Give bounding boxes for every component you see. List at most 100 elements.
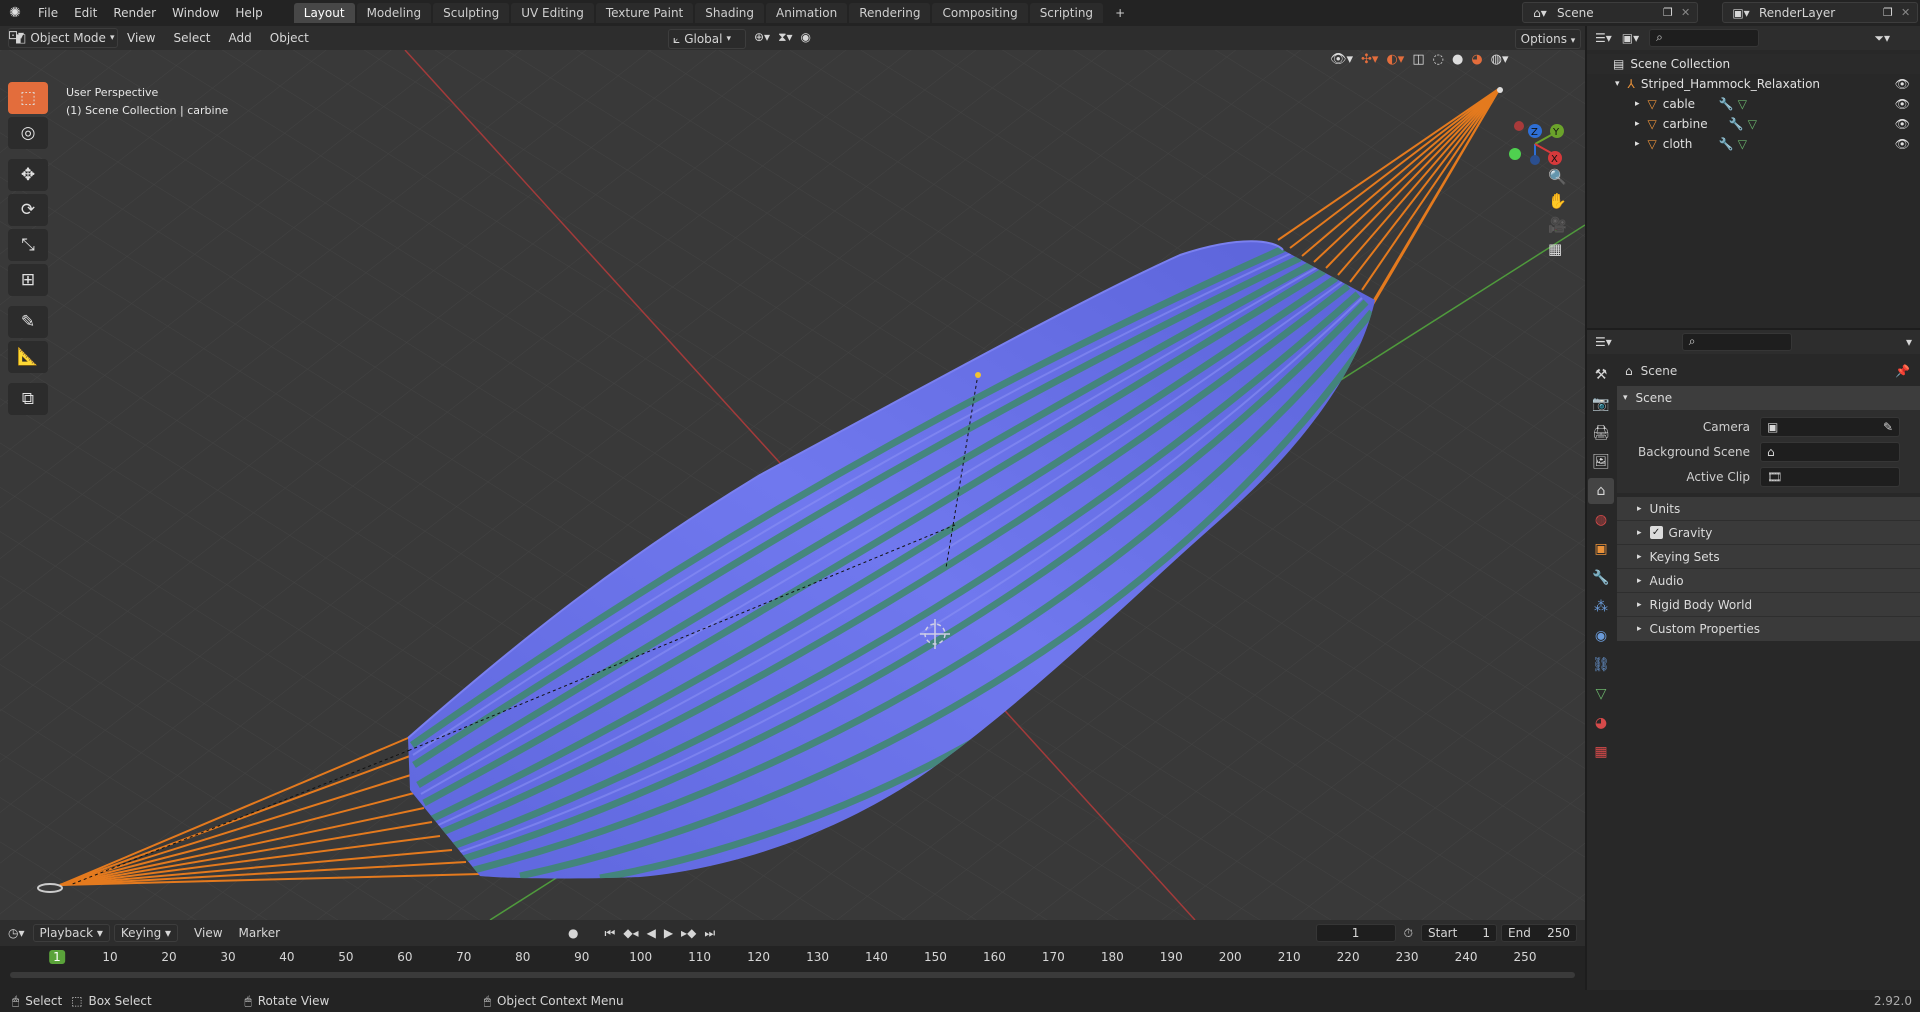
scene-panel-header[interactable]: ▾ Scene (1617, 386, 1920, 410)
expand-arrow-icon[interactable]: ▸ (1635, 139, 1640, 149)
timeline-ruler[interactable]: 1 10 20 30 40 50 60 70 80 90 100 110 120 130 140 150 160… (0, 946, 1585, 972)
transform-orientation-selector[interactable]: ⟀ Global ▾ (668, 29, 746, 49)
measure-tool-button[interactable]: 📐 (8, 341, 48, 373)
outliner-object-row[interactable]: ▸ ▽ carbine 🔧 ▽ 👁 (1587, 114, 1920, 134)
data-tab-icon[interactable]: ▽ (1588, 681, 1614, 707)
add-cube-tool-button[interactable]: ⧉ (8, 383, 48, 415)
gravity-panel-header[interactable]: ▸ ✓ Gravity (1617, 521, 1920, 545)
start-frame-field[interactable]: Start 1 (1421, 924, 1497, 942)
outliner-search-input[interactable]: ⌕ (1649, 29, 1760, 47)
tab-scripting[interactable]: Scripting (1029, 3, 1104, 23)
gizmo-neg-y-icon[interactable] (1509, 148, 1521, 160)
proportional-edit-icon[interactable]: ◉ (801, 30, 811, 45)
transform-tool-button[interactable]: ⊞ (8, 264, 48, 296)
modifier-tab-icon[interactable]: 🔧 (1588, 565, 1614, 591)
properties-search-input[interactable]: ⌕ (1681, 333, 1792, 351)
outliner-collection-row[interactable]: ▾ ⅄ Striped_Hammock_Relaxation 👁 (1587, 74, 1920, 94)
material-shading-icon[interactable]: ◕ (1471, 52, 1482, 67)
visibility-icon[interactable]: 👁▾ (1330, 52, 1353, 67)
render-tab-icon[interactable]: 📷 (1588, 391, 1614, 417)
tab-modeling[interactable]: Modeling (356, 3, 432, 23)
current-frame-marker[interactable]: 1 (49, 950, 65, 964)
tab-sculpting[interactable]: Sculpting (433, 3, 510, 23)
expand-arrow-icon[interactable]: ▸ (1635, 119, 1640, 129)
outliner-scene-collection[interactable]: ▤ Scene Collection (1587, 54, 1920, 74)
world-tab-icon[interactable]: ◍ (1588, 507, 1614, 533)
rigid-body-world-panel-header[interactable]: ▸ Rigid Body World (1617, 593, 1920, 617)
add-workspace-button[interactable]: + (1105, 3, 1135, 23)
gizmo-neg-z-icon[interactable] (1530, 155, 1540, 165)
chevron-down-icon[interactable]: ▾ (1906, 335, 1912, 349)
render-layer-selector[interactable]: ▣▾ RenderLayer ❐ ✕ (1722, 2, 1918, 23)
gizmo-neg-x-icon[interactable] (1514, 121, 1524, 131)
gizmo-toggle-icon[interactable]: ✣▾ (1361, 52, 1378, 67)
expand-arrow-icon[interactable]: ▸ (1635, 99, 1640, 109)
object-tab-icon[interactable]: ▣ (1588, 536, 1614, 562)
tab-shading[interactable]: Shading (695, 3, 764, 23)
timeline-editor-icon[interactable]: ◷▾ (0, 926, 33, 940)
keying-menu[interactable]: Keying ▾ (113, 924, 179, 942)
close-icon[interactable]: ✕ (1681, 6, 1697, 19)
scene-tab-icon[interactable]: ⌂ (1588, 478, 1614, 504)
audio-panel-header[interactable]: ▸ Audio (1617, 569, 1920, 593)
move-tool-button[interactable]: ✥ (8, 159, 48, 191)
editor-type-button[interactable]: ⊡▾ (2, 28, 42, 48)
menu-render[interactable]: Render (105, 0, 164, 26)
annotate-tool-button[interactable]: ✎ (8, 306, 48, 338)
material-tab-icon[interactable]: ◕ (1588, 710, 1614, 736)
camera-field[interactable]: ▣ ✎ (1760, 416, 1900, 437)
eyedropper-icon[interactable]: ✎ (1883, 420, 1893, 434)
custom-properties-panel-header[interactable]: ▸ Custom Properties (1617, 617, 1920, 641)
object-origin[interactable] (975, 372, 981, 378)
blender-logo-icon[interactable]: ✺ (0, 5, 30, 21)
pivot-icon[interactable]: ⊕▾ (754, 30, 770, 45)
menu-add[interactable]: Add (220, 31, 261, 45)
copy-icon[interactable]: ❐ (1663, 6, 1681, 19)
snap-icon[interactable]: ⧗▾ (778, 30, 792, 45)
tab-layout[interactable]: Layout (293, 3, 355, 23)
tool-tab-icon[interactable]: ⚒ (1588, 362, 1614, 388)
jump-end-icon[interactable]: ⏭ (704, 926, 715, 941)
rotate-tool-button[interactable]: ⟳ (8, 194, 48, 226)
solid-shading-icon[interactable]: ● (1452, 52, 1463, 67)
menu-window[interactable]: Window (164, 0, 227, 26)
record-icon[interactable]: ● (568, 926, 578, 940)
rendered-shading-icon[interactable]: ◍▾ (1491, 52, 1509, 67)
playback-menu[interactable]: Playback ▾ (32, 924, 110, 942)
scale-tool-button[interactable]: ⤡ (8, 229, 48, 261)
options-button[interactable]: Options ▾ (1515, 29, 1581, 49)
output-tab-icon[interactable]: 🖨 (1588, 420, 1614, 446)
stopwatch-icon[interactable]: ⏱ (1396, 926, 1421, 941)
grid-view-icon[interactable]: ▦ (1548, 240, 1567, 258)
timeline-view-menu[interactable]: View (186, 926, 230, 940)
keying-sets-panel-header[interactable]: ▸ Keying Sets (1617, 545, 1920, 569)
outliner-object-row[interactable]: ▸ ▽ cable 🔧 ▽ 👁 (1587, 94, 1920, 114)
zoom-icon[interactable]: 🔍 (1548, 168, 1567, 186)
particles-tab-icon[interactable]: ⁂ (1588, 594, 1614, 620)
camera-icon[interactable]: 🎥 (1548, 216, 1567, 234)
editor-type-icon[interactable]: ☰▾ (1595, 335, 1612, 349)
gravity-checkbox[interactable]: ✓ (1649, 526, 1663, 539)
eye-icon[interactable]: 👁 (1895, 137, 1910, 151)
timeline-scrollbar[interactable] (10, 972, 1575, 978)
expand-arrow-icon[interactable]: ▾ (1615, 79, 1620, 89)
cursor-tool-button[interactable]: ◎ (8, 117, 48, 149)
tab-rendering[interactable]: Rendering (849, 3, 931, 23)
background-scene-field[interactable]: ⌂ (1760, 441, 1900, 462)
pan-hand-icon[interactable]: ✋ (1548, 192, 1567, 210)
next-keyframe-icon[interactable]: ▸◆ (681, 926, 696, 940)
display-mode-icon[interactable]: ☰▾ (1595, 31, 1612, 45)
outliner-object-row[interactable]: ▸ ▽ cloth 🔧 ▽ 👁 (1587, 134, 1920, 154)
eye-icon[interactable]: 👁 (1895, 117, 1910, 131)
current-frame-field[interactable]: 1 (1315, 924, 1396, 942)
prev-keyframe-icon[interactable]: ◆◂ (623, 926, 638, 940)
select-tool-button[interactable]: ⬚ (8, 82, 48, 114)
end-frame-field[interactable]: End 250 (1501, 924, 1577, 942)
pin-icon[interactable]: 📌 (1895, 364, 1910, 378)
texture-tab-icon[interactable]: ▦ (1588, 739, 1614, 765)
menu-view[interactable]: View (118, 31, 164, 45)
tab-uv-editing[interactable]: UV Editing (511, 3, 594, 23)
menu-file[interactable]: File (30, 0, 66, 26)
constraints-tab-icon[interactable]: ⛓ (1588, 652, 1614, 678)
menu-edit[interactable]: Edit (66, 0, 105, 26)
